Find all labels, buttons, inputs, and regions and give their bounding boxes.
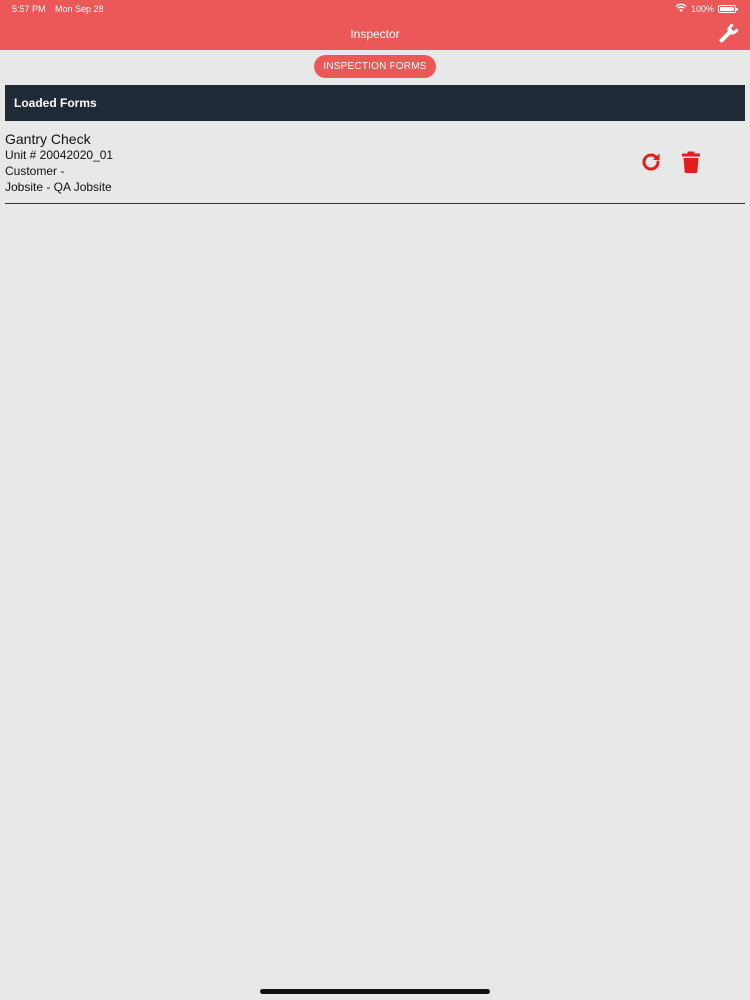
battery-icon	[718, 5, 738, 13]
reload-icon[interactable]	[639, 150, 663, 174]
form-list-item[interactable]: Gantry Check Unit # 20042020_01 Customer…	[5, 122, 745, 204]
app-title: Inspector	[350, 27, 400, 41]
form-title: Gantry Check	[5, 131, 91, 147]
trash-icon[interactable]	[680, 150, 702, 174]
form-jobsite: Jobsite - QA Jobsite	[5, 180, 112, 194]
status-time: 5:57 PM	[12, 4, 46, 14]
form-details: Gantry Check Unit # 20042020_01 Customer…	[5, 131, 113, 195]
home-indicator	[260, 989, 490, 994]
battery-percent: 100%	[690, 4, 714, 14]
wrench-icon[interactable]	[716, 22, 740, 46]
status-indicators: 100%	[675, 3, 738, 16]
form-unit: Unit # 20042020_01	[5, 148, 114, 162]
status-date: Mon Sep 28	[55, 4, 104, 14]
section-header-loaded-forms: Loaded Forms	[5, 85, 745, 121]
form-customer: Customer -	[5, 164, 65, 178]
tab-inspection-forms[interactable]: INSPECTION FORMS	[314, 55, 436, 78]
wifi-icon	[675, 3, 687, 16]
top-bar: 5:57 PM Mon Sep 28 100% Inspector	[0, 0, 750, 50]
